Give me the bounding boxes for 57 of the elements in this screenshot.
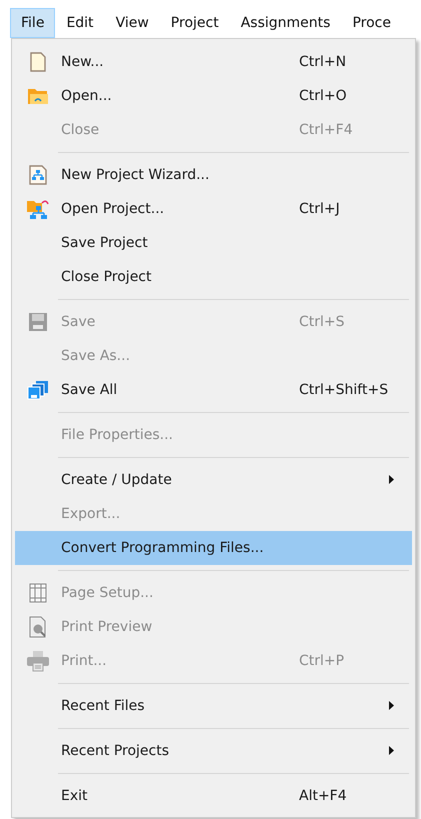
menu-bar-item[interactable]: File [10,8,56,38]
menu-item-label: Open... [61,88,113,104]
menu-bar-item[interactable]: Proce [341,8,402,38]
menu-item[interactable]: Save All Ctrl+Shift+S [15,373,412,407]
keyboard-shortcut: Ctrl+N [299,54,346,70]
page-magnifier-icon [29,616,47,638]
menu-item-label: File Properties... [61,427,174,443]
menu-bar-item[interactable]: View [104,8,160,38]
submenu-arrow-icon [389,475,394,484]
keyboard-shortcut: Ctrl+S [299,314,345,330]
menu-item-label: Recent Projects [61,743,170,759]
menu-item-label: Create / Update [61,472,173,488]
menu-item[interactable]: Open Project... Ctrl+J [15,192,412,226]
menu-item-label: Save As... [61,348,132,364]
multiple-floppy-disks-icon [27,380,49,400]
menu-item-label: Close [61,122,100,138]
menu-item[interactable]: Recent Projects [15,734,412,768]
menu-item-label: Convert Programming Files... [61,540,265,556]
menu-item-label: Print Preview [61,619,154,635]
menu-item[interactable]: New Project Wizard... [15,158,412,192]
folder-icon [27,87,49,105]
menu-item[interactable]: Close Project [15,260,412,294]
submenu-arrow-icon [389,746,394,755]
menu-item-label: Save All [61,382,118,398]
menu-item-label: Print... [61,653,108,669]
menu-bar-item[interactable]: Project [160,8,230,38]
submenu-arrow-icon [389,701,394,710]
menu-item-label: New Project Wizard... [61,167,210,183]
menu-item[interactable]: Create / Update [15,463,412,497]
page-layout-icon [29,583,47,603]
keyboard-shortcut: Alt+F4 [299,788,347,804]
menu-item[interactable]: Open... Ctrl+O [15,79,412,113]
menu-item[interactable]: New... Ctrl+N [15,45,412,79]
keyboard-shortcut: Ctrl+F4 [299,122,353,138]
folder-hierarchy-icon [26,198,50,220]
hierarchy-document-icon [29,165,47,185]
keyboard-shortcut: Ctrl+O [299,88,347,104]
printer-icon [26,650,50,672]
menu-item-label: Recent Files [61,698,146,714]
menu-item-label: Exit [61,788,89,804]
menu-item-label: Save Project [61,235,149,251]
menu-item[interactable]: Exit Alt+F4 [15,779,412,813]
keyboard-shortcut: Ctrl+P [299,653,344,669]
menu-item-label: Save [61,314,96,330]
menu-item[interactable]: Save Project [15,226,412,260]
document-icon [30,52,46,72]
menu-item-label: Page Setup... [61,585,154,601]
keyboard-shortcut: Ctrl+J [299,201,340,217]
menu-bar-item[interactable]: Assignments [230,8,342,38]
menu-item[interactable]: Recent Files [15,689,412,723]
menu-item-label: New... [61,54,105,70]
menu-item[interactable]: Convert Programming Files... [15,531,412,565]
menu-item-label: Close Project [61,269,152,285]
menu-item-label: Open Project... [61,201,166,217]
menu-item-label: Export... [61,506,122,522]
menu-bar-item[interactable]: Edit [55,8,105,38]
keyboard-shortcut: Ctrl+Shift+S [299,382,388,398]
